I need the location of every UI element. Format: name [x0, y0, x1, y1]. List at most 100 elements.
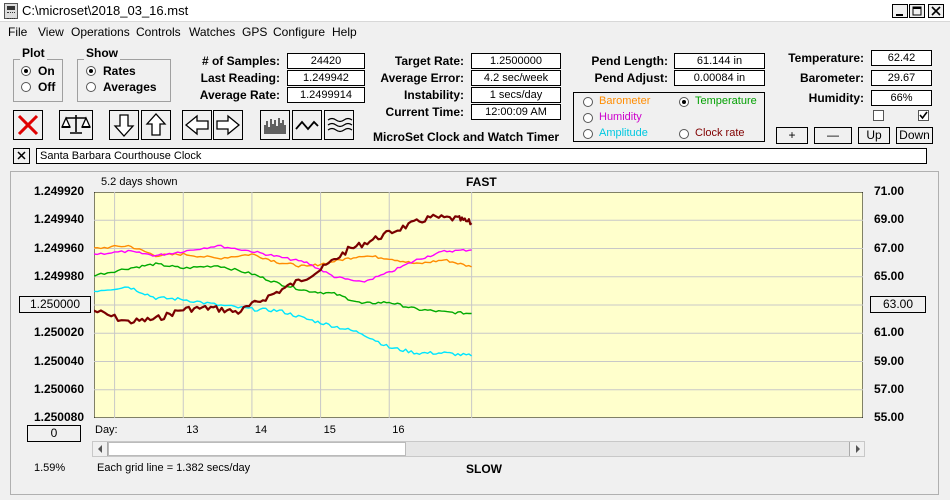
left-tick-label: 1.250040: [33, 353, 84, 368]
show-averages-label[interactable]: Averages: [103, 80, 157, 94]
scale-up-button[interactable]: Up: [858, 127, 890, 144]
overlay-amplitude-radio[interactable]: [583, 129, 593, 139]
left-tick-label: 1.249960: [33, 240, 84, 255]
wave-icon: [295, 120, 319, 131]
sensor-checkbox-2[interactable]: [918, 110, 929, 121]
instability-value: 1 secs/day: [471, 87, 561, 103]
scroll-right-button[interactable]: [849, 442, 864, 456]
overlay-temperature-label[interactable]: Temperature: [695, 95, 757, 107]
menu-view[interactable]: View: [38, 25, 64, 39]
menu-help[interactable]: Help: [332, 25, 357, 39]
instability-label: Instability:: [403, 88, 464, 102]
scale-minus-button[interactable]: —: [814, 127, 852, 144]
arrow-right-icon: [216, 114, 241, 136]
plot-group-title: Plot: [20, 46, 47, 60]
current-time-label: Current Time:: [385, 105, 464, 119]
samples-value: 24420: [287, 53, 365, 69]
barometer-value: 29.67: [871, 70, 932, 86]
arrow-left-button[interactable]: [182, 110, 212, 140]
balance-button[interactable]: [59, 110, 93, 140]
clear-button[interactable]: [13, 110, 43, 140]
arrow-down-icon: [113, 114, 135, 137]
check-icon: [919, 111, 928, 120]
menu-gps[interactable]: GPS: [242, 25, 267, 39]
show-rates-label[interactable]: Rates: [103, 64, 136, 78]
chevron-right-icon: [856, 445, 860, 453]
plot-off-radio[interactable]: [21, 82, 31, 92]
minimize-button[interactable]: [892, 4, 908, 18]
average-error-label: Average Error:: [380, 71, 464, 85]
percent-readout: 1.59%: [34, 462, 66, 474]
left-center-button[interactable]: 1.250000: [19, 296, 91, 313]
menu-bar: File View Operations Controls Watches GP…: [0, 23, 950, 41]
slow-label: SLOW: [466, 462, 502, 476]
arrow-up-button[interactable]: [141, 110, 171, 140]
plot-on-radio[interactable]: [21, 66, 31, 76]
scroll-thumb[interactable]: [108, 442, 406, 456]
multi-wave-view-button[interactable]: [324, 110, 354, 140]
time-scrollbar[interactable]: [92, 441, 865, 457]
show-averages-radio[interactable]: [86, 82, 96, 92]
bar-graph-icon: [264, 118, 286, 134]
arrow-down-button[interactable]: [109, 110, 139, 140]
menu-configure[interactable]: Configure: [273, 25, 325, 39]
reset-button[interactable]: 0: [27, 425, 81, 442]
humidity-label: Humidity:: [808, 91, 864, 105]
overlay-clock-rate-radio[interactable]: [679, 129, 689, 139]
overlay-barometer-radio[interactable]: [583, 97, 593, 107]
multi-wave-icon: [327, 117, 353, 133]
left-tick-label: 1.249940: [33, 212, 84, 227]
menu-file[interactable]: File: [8, 25, 27, 39]
overlay-temperature-radio[interactable]: [679, 97, 689, 107]
app-caption: MicroSet Clock and Watch Timer: [373, 130, 560, 144]
right-tick-label: 57.00: [874, 381, 905, 396]
right-center-button[interactable]: 63.00: [870, 296, 926, 313]
scroll-left-button[interactable]: [93, 442, 108, 456]
bars-view-button[interactable]: [260, 110, 290, 140]
days-shown-label: 5.2 days shown: [101, 176, 178, 188]
plot-on-label[interactable]: On: [38, 64, 55, 78]
day-tick-label: 15: [323, 424, 336, 436]
show-rates-radio[interactable]: [86, 66, 96, 76]
overlay-clock-rate-label[interactable]: Clock rate: [695, 127, 745, 139]
plot-off-label[interactable]: Off: [38, 80, 55, 94]
temperature-value: 62.42: [871, 50, 932, 66]
grid-note: Each grid line = 1.382 secs/day: [97, 462, 251, 474]
target-rate-label: Target Rate:: [394, 54, 464, 68]
day-tick-label: 13: [186, 424, 199, 436]
humidity-value: 66%: [871, 90, 932, 106]
balance-scale-icon: [60, 115, 92, 134]
watch-name-clear-button[interactable]: [13, 148, 30, 164]
overlay-humidity-label[interactable]: Humidity: [599, 111, 642, 123]
temperature-label: Temperature:: [788, 51, 864, 65]
current-time-value: 12:00:09 AM: [471, 104, 561, 120]
sensor-checkbox-1[interactable]: [873, 110, 884, 121]
left-tick-label: 1.249980: [33, 268, 84, 283]
scale-plus-button[interactable]: +: [776, 127, 808, 144]
watch-name-input[interactable]: Santa Barbara Courthouse Clock: [36, 148, 927, 164]
rate-chart: [94, 192, 863, 418]
overlay-barometer-label[interactable]: Barometer: [599, 95, 650, 107]
menu-watches[interactable]: Watches: [189, 25, 235, 39]
menu-controls[interactable]: Controls: [136, 25, 181, 39]
close-icon: [17, 151, 26, 160]
close-button[interactable]: [928, 4, 944, 18]
maximize-button[interactable]: [909, 4, 925, 18]
overlay-amplitude-label[interactable]: Amplitude: [599, 127, 648, 139]
arrow-right-button[interactable]: [213, 110, 243, 140]
scale-down-button[interactable]: Down: [896, 127, 933, 144]
target-rate-value[interactable]: 1.2500000: [471, 53, 561, 69]
right-tick-label: 71.00: [874, 184, 905, 198]
barometer-label: Barometer:: [799, 71, 864, 85]
pend-adjust-label: Pend Adjust:: [594, 71, 668, 85]
title-bar: C:\microset\2018_03_16.mst: [0, 0, 950, 22]
wave-view-button[interactable]: [292, 110, 322, 140]
left-tick-label: 1.250060: [33, 381, 84, 396]
pend-length-value[interactable]: 61.144 in: [674, 53, 765, 69]
overlay-humidity-radio[interactable]: [583, 113, 593, 123]
day-tick-label: 14: [254, 424, 268, 436]
day-axis-label: Day:: [95, 424, 118, 436]
app-icon[interactable]: [4, 3, 18, 19]
right-tick-label: 61.00: [874, 325, 905, 340]
menu-operations[interactable]: Operations: [71, 25, 130, 39]
